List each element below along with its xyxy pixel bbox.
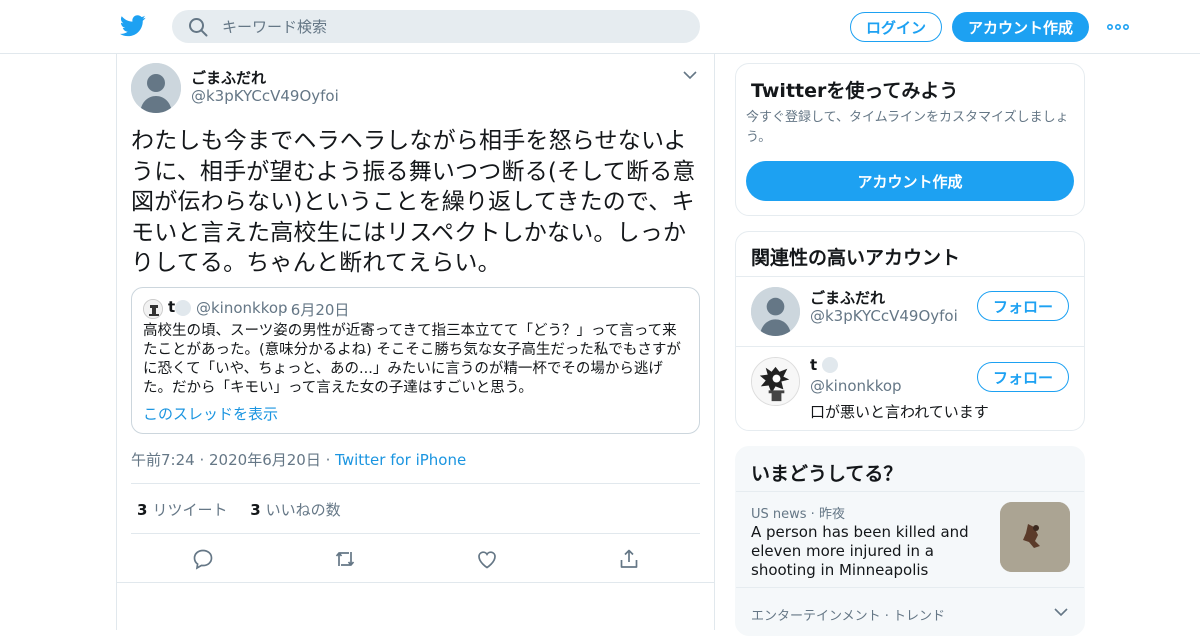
tweet-time: 午前7:24 bbox=[131, 451, 195, 469]
search-input[interactable] bbox=[222, 17, 662, 36]
account-name[interactable]: t bbox=[810, 356, 817, 374]
default-avatar-icon bbox=[131, 63, 181, 113]
tweet-text: わたしも今までヘラヘラしながら相手を怒らせないように、相手が望むよう振る舞いつつ… bbox=[131, 128, 696, 276]
follow-button[interactable]: フォロー bbox=[977, 291, 1069, 321]
chevron-down-icon[interactable] bbox=[1054, 607, 1068, 617]
tweet-detail: ごまふだれ @k3pKYCcV49Oyfoi わたしも今までヘラヘラしながら相手… bbox=[116, 54, 715, 630]
follow-button[interactable]: フォロー bbox=[977, 362, 1069, 392]
account-handle: @k3pKYCcV49Oyfoi bbox=[810, 307, 958, 325]
news-thumbnail bbox=[1000, 502, 1070, 572]
signup-card-subtitle: 今すぐ登録して、タイムラインをカスタマイズしましょう。 bbox=[746, 110, 1069, 145]
search-icon bbox=[189, 17, 208, 36]
author-handle: @k3pKYCcV49Oyfoi bbox=[191, 87, 339, 105]
account-avatar[interactable] bbox=[751, 357, 800, 406]
signup-card-button[interactable]: アカウント作成 bbox=[746, 161, 1074, 201]
emoji-icon bbox=[175, 300, 191, 316]
like-heart-icon[interactable] bbox=[475, 547, 499, 571]
emoji-icon bbox=[822, 357, 838, 373]
like-count-link[interactable]: 3 いいねの数 bbox=[250, 501, 340, 519]
more-options-icon[interactable] bbox=[1106, 22, 1130, 32]
tweet-stats: 3 リツイート 3 いいねの数 bbox=[137, 499, 341, 520]
quoted-text: 高校生の頃、スーツ姿の男性が近寄ってきて指三本立てて「どう？」って言って来たこと… bbox=[143, 323, 681, 396]
trend-context: US news · 昨夜 bbox=[751, 507, 845, 522]
signup-card: Twitterを使ってみよう 今すぐ登録して、タイムラインをカスタマイズしましょ… bbox=[735, 63, 1085, 216]
tweet-source-link[interactable]: Twitter for iPhone bbox=[335, 451, 466, 469]
divider bbox=[131, 483, 700, 484]
retweet-icon[interactable] bbox=[333, 547, 357, 571]
news-photo-icon bbox=[1000, 502, 1070, 572]
quoted-author-avatar bbox=[143, 299, 163, 319]
reply-icon[interactable] bbox=[191, 547, 215, 571]
author-name[interactable]: ごまふだれ bbox=[191, 67, 266, 88]
top-bar: ログイン アカウント作成 bbox=[0, 0, 1200, 54]
account-avatar[interactable] bbox=[751, 287, 800, 336]
related-accounts-title: 関連性の高いアカウント bbox=[751, 247, 961, 269]
trends-card: いまどうしてる？ US news · 昨夜 A person has been … bbox=[735, 446, 1085, 636]
related-accounts-card: 関連性の高いアカウント ごまふだれ @k3pKYCcV49Oyfoi フォロー … bbox=[735, 231, 1085, 431]
quoted-tweet[interactable]: t @kinonkkop · 6月20日 高校生の頃、スーツ姿の男性が近寄ってきて… bbox=[131, 287, 700, 434]
trend-item[interactable]: US news · 昨夜 A person has been killed an… bbox=[736, 491, 1084, 587]
divider bbox=[117, 582, 715, 583]
trends-title: いまどうしてる？ bbox=[751, 463, 903, 485]
quoted-date: · 6月20日 bbox=[283, 301, 350, 319]
twitter-logo-icon[interactable] bbox=[120, 14, 146, 38]
trend-item[interactable]: エンターテインメント · トレンド bbox=[736, 587, 1084, 635]
login-button[interactable]: ログイン bbox=[850, 12, 942, 42]
related-account-row[interactable]: ごまふだれ @k3pKYCcV49Oyfoi フォロー bbox=[736, 276, 1084, 346]
author-avatar[interactable] bbox=[131, 63, 181, 113]
signup-button[interactable]: アカウント作成 bbox=[952, 12, 1089, 42]
illustration-avatar-icon bbox=[752, 358, 799, 405]
tweet-meta: 午前7:24 · 2020年6月20日 · Twitter for iPhone bbox=[131, 451, 467, 469]
trend-headline: A person has been killed and eleven more… bbox=[751, 523, 969, 579]
account-name[interactable]: ごまふだれ bbox=[810, 287, 885, 308]
quoted-author-handle: @kinonkkop bbox=[196, 299, 288, 317]
account-bio: 口が悪いと言われています bbox=[810, 403, 989, 421]
default-avatar-icon bbox=[751, 287, 800, 336]
share-icon[interactable] bbox=[617, 547, 641, 571]
trend-context: エンターテインメント · トレンド bbox=[751, 609, 946, 624]
related-account-row[interactable]: t @kinonkkop 口が悪いと言われています フォロー bbox=[736, 346, 1084, 430]
chevron-down-icon[interactable] bbox=[683, 70, 697, 80]
divider bbox=[131, 533, 700, 534]
show-thread-link[interactable]: このスレッドを表示 bbox=[143, 403, 278, 424]
signup-card-title: Twitterを使ってみよう bbox=[751, 80, 959, 102]
tweet-date: 2020年6月20日 bbox=[209, 451, 321, 469]
search-bar[interactable] bbox=[172, 10, 700, 43]
account-handle: @kinonkkop bbox=[810, 377, 902, 395]
retweet-count-link[interactable]: 3 リツイート bbox=[137, 501, 227, 519]
